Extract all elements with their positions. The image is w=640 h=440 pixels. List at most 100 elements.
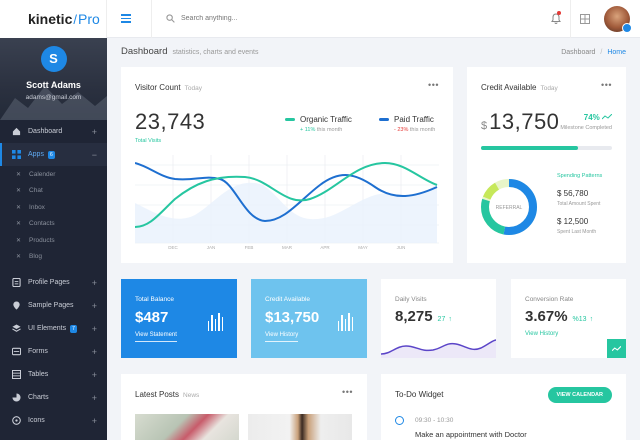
expand-icon: + bbox=[91, 346, 97, 357]
trend-up-icon bbox=[612, 345, 621, 351]
trend-button[interactable] bbox=[607, 339, 626, 358]
sidebar-subitem-contacts[interactable]: ✕ Contacts bbox=[0, 216, 107, 233]
menu-toggle-icon[interactable] bbox=[121, 12, 131, 25]
apps-grid-icon bbox=[579, 13, 590, 24]
month-tick: APR bbox=[320, 245, 330, 250]
legend-note: this month bbox=[409, 127, 436, 133]
brand-name: kinetic bbox=[28, 11, 73, 27]
post-image[interactable] bbox=[135, 414, 239, 440]
legend-swatch bbox=[285, 118, 295, 121]
post-image[interactable] bbox=[248, 414, 352, 440]
month-tick: MAR bbox=[282, 245, 293, 250]
sidebar-item-label: Charts bbox=[28, 394, 49, 401]
sidebar-subitem-blog[interactable]: ✕ Blog bbox=[0, 249, 107, 266]
bullet-icon: ✕ bbox=[16, 204, 22, 211]
bullet-icon: ✕ bbox=[16, 254, 22, 261]
topbar-actions bbox=[542, 0, 640, 38]
milestone-pct: 74% bbox=[583, 113, 600, 122]
breadcrumb-dashboard[interactable]: Dashboard bbox=[561, 49, 595, 56]
sidebar-item-tables[interactable]: Tables + bbox=[0, 363, 107, 386]
stat-change: 27 bbox=[437, 316, 446, 323]
profile-name: Scott Adams bbox=[26, 80, 81, 90]
subitem-label: Products bbox=[29, 236, 55, 244]
credit-value: 13,750 bbox=[489, 109, 560, 134]
sidebar-item-apps[interactable]: Apps 6 − bbox=[0, 143, 107, 166]
sidebar-subitem-calender[interactable]: ✕ Calender bbox=[0, 166, 107, 183]
sidebar-item-icons[interactable]: Icons + bbox=[0, 409, 107, 432]
view-calendar-button[interactable]: VIEW CALENDAR bbox=[547, 387, 612, 403]
globe-icon bbox=[12, 416, 21, 425]
spent-last-month-label: Spent Last Month bbox=[557, 229, 597, 235]
expand-icon: + bbox=[91, 323, 97, 334]
search-icon[interactable] bbox=[166, 14, 175, 23]
profile-email: adams@gmail.com bbox=[25, 94, 82, 101]
todo-status-icon[interactable] bbox=[395, 416, 404, 425]
sidebar-subitem-products[interactable]: ✕ Products bbox=[0, 232, 107, 249]
more-options-icon[interactable]: ••• bbox=[342, 387, 353, 397]
sidebar-item-charts[interactable]: Charts + bbox=[0, 386, 107, 409]
milestone-progress bbox=[481, 146, 612, 150]
more-options-icon[interactable]: ••• bbox=[428, 80, 439, 90]
layers-icon bbox=[12, 324, 21, 332]
sidebar-item-forms[interactable]: Forms + bbox=[0, 340, 107, 363]
view-history-link[interactable]: View History bbox=[265, 332, 299, 342]
sidebar-subitem-chat[interactable]: ✕ Chat bbox=[0, 183, 107, 200]
sidebar-item-sample-pages[interactable]: Sample Pages + bbox=[0, 294, 107, 317]
page-title: Dashboard bbox=[121, 46, 168, 57]
more-options-icon[interactable]: ••• bbox=[601, 80, 612, 90]
sidebar-item-label: UI Elements bbox=[28, 325, 67, 332]
topbar bbox=[107, 0, 640, 38]
month-tick: JUN bbox=[397, 245, 406, 250]
user-avatar[interactable] bbox=[604, 5, 632, 33]
sidebar-item-label: Apps bbox=[28, 151, 44, 158]
notifications-button[interactable] bbox=[542, 0, 570, 38]
month-tick: FEB bbox=[245, 245, 254, 250]
card-title: Credit Available Today bbox=[481, 83, 558, 92]
month-tick: MAY bbox=[358, 245, 367, 250]
sidebar: kinetic / Pro S Scott Adams adams@gmail.… bbox=[0, 0, 107, 440]
trend-up-icon bbox=[601, 113, 613, 120]
search-bar bbox=[151, 0, 301, 38]
pie-chart-icon bbox=[12, 393, 21, 402]
card-tag: News bbox=[183, 392, 200, 399]
home-icon bbox=[12, 127, 21, 136]
sidebar-item-profile-pages[interactable]: Profile Pages + bbox=[0, 271, 107, 294]
expand-icon: + bbox=[91, 415, 97, 426]
card-tag: Today bbox=[540, 85, 558, 92]
apps-button[interactable] bbox=[570, 0, 598, 38]
legend-label: Paid Traffic bbox=[394, 115, 434, 124]
bell-icon bbox=[551, 13, 561, 24]
sidebar-item-label: Tables bbox=[28, 371, 49, 378]
sidebar-item-label: Forms bbox=[28, 348, 48, 355]
grid-icon bbox=[12, 150, 21, 159]
bullet-icon: ✕ bbox=[16, 237, 22, 244]
card-title-text: Latest Posts bbox=[135, 390, 180, 399]
bar-icon bbox=[207, 313, 223, 331]
brand-logo[interactable]: kinetic / Pro bbox=[0, 0, 107, 38]
month-tick: JAN bbox=[207, 245, 216, 250]
file-icon bbox=[12, 278, 21, 287]
stat-title: Conversion Rate bbox=[525, 296, 574, 303]
sidebar-item-ui-elements[interactable]: UI Elements 7 + bbox=[0, 317, 107, 340]
legend-change: - 23% bbox=[394, 127, 409, 133]
view-statement-link[interactable]: View Statement bbox=[135, 332, 177, 342]
view-history-link[interactable]: View History bbox=[525, 331, 558, 337]
arrow-up-icon: ↑ bbox=[589, 316, 594, 323]
stat-value: $487 bbox=[135, 309, 169, 326]
sidebar-subitem-inbox[interactable]: ✕ Inbox bbox=[0, 199, 107, 216]
subitem-label: Inbox bbox=[29, 203, 45, 211]
todo-task[interactable]: Make an appointment with Doctor bbox=[415, 430, 527, 439]
breadcrumb-home[interactable]: Home bbox=[607, 49, 626, 56]
profile-avatar[interactable]: S bbox=[40, 46, 67, 72]
stat-title: Credit Available bbox=[265, 296, 311, 303]
card-title: Visitor Count Today bbox=[135, 83, 202, 92]
search-input[interactable] bbox=[181, 15, 301, 22]
stat-title: Daily Visits bbox=[395, 296, 427, 303]
latest-posts-card: Latest Posts News ••• bbox=[121, 374, 367, 440]
spending-patterns: Spending Patterns $ 56,780 Total Amount … bbox=[557, 173, 602, 235]
spending-title: Spending Patterns bbox=[557, 173, 603, 179]
bullet-icon: ✕ bbox=[16, 188, 22, 195]
sidebar-item-dashboard[interactable]: Dashboard + bbox=[0, 120, 107, 143]
card-title-text: Credit Available bbox=[481, 83, 537, 92]
card-title-text: Visitor Count bbox=[135, 83, 181, 92]
